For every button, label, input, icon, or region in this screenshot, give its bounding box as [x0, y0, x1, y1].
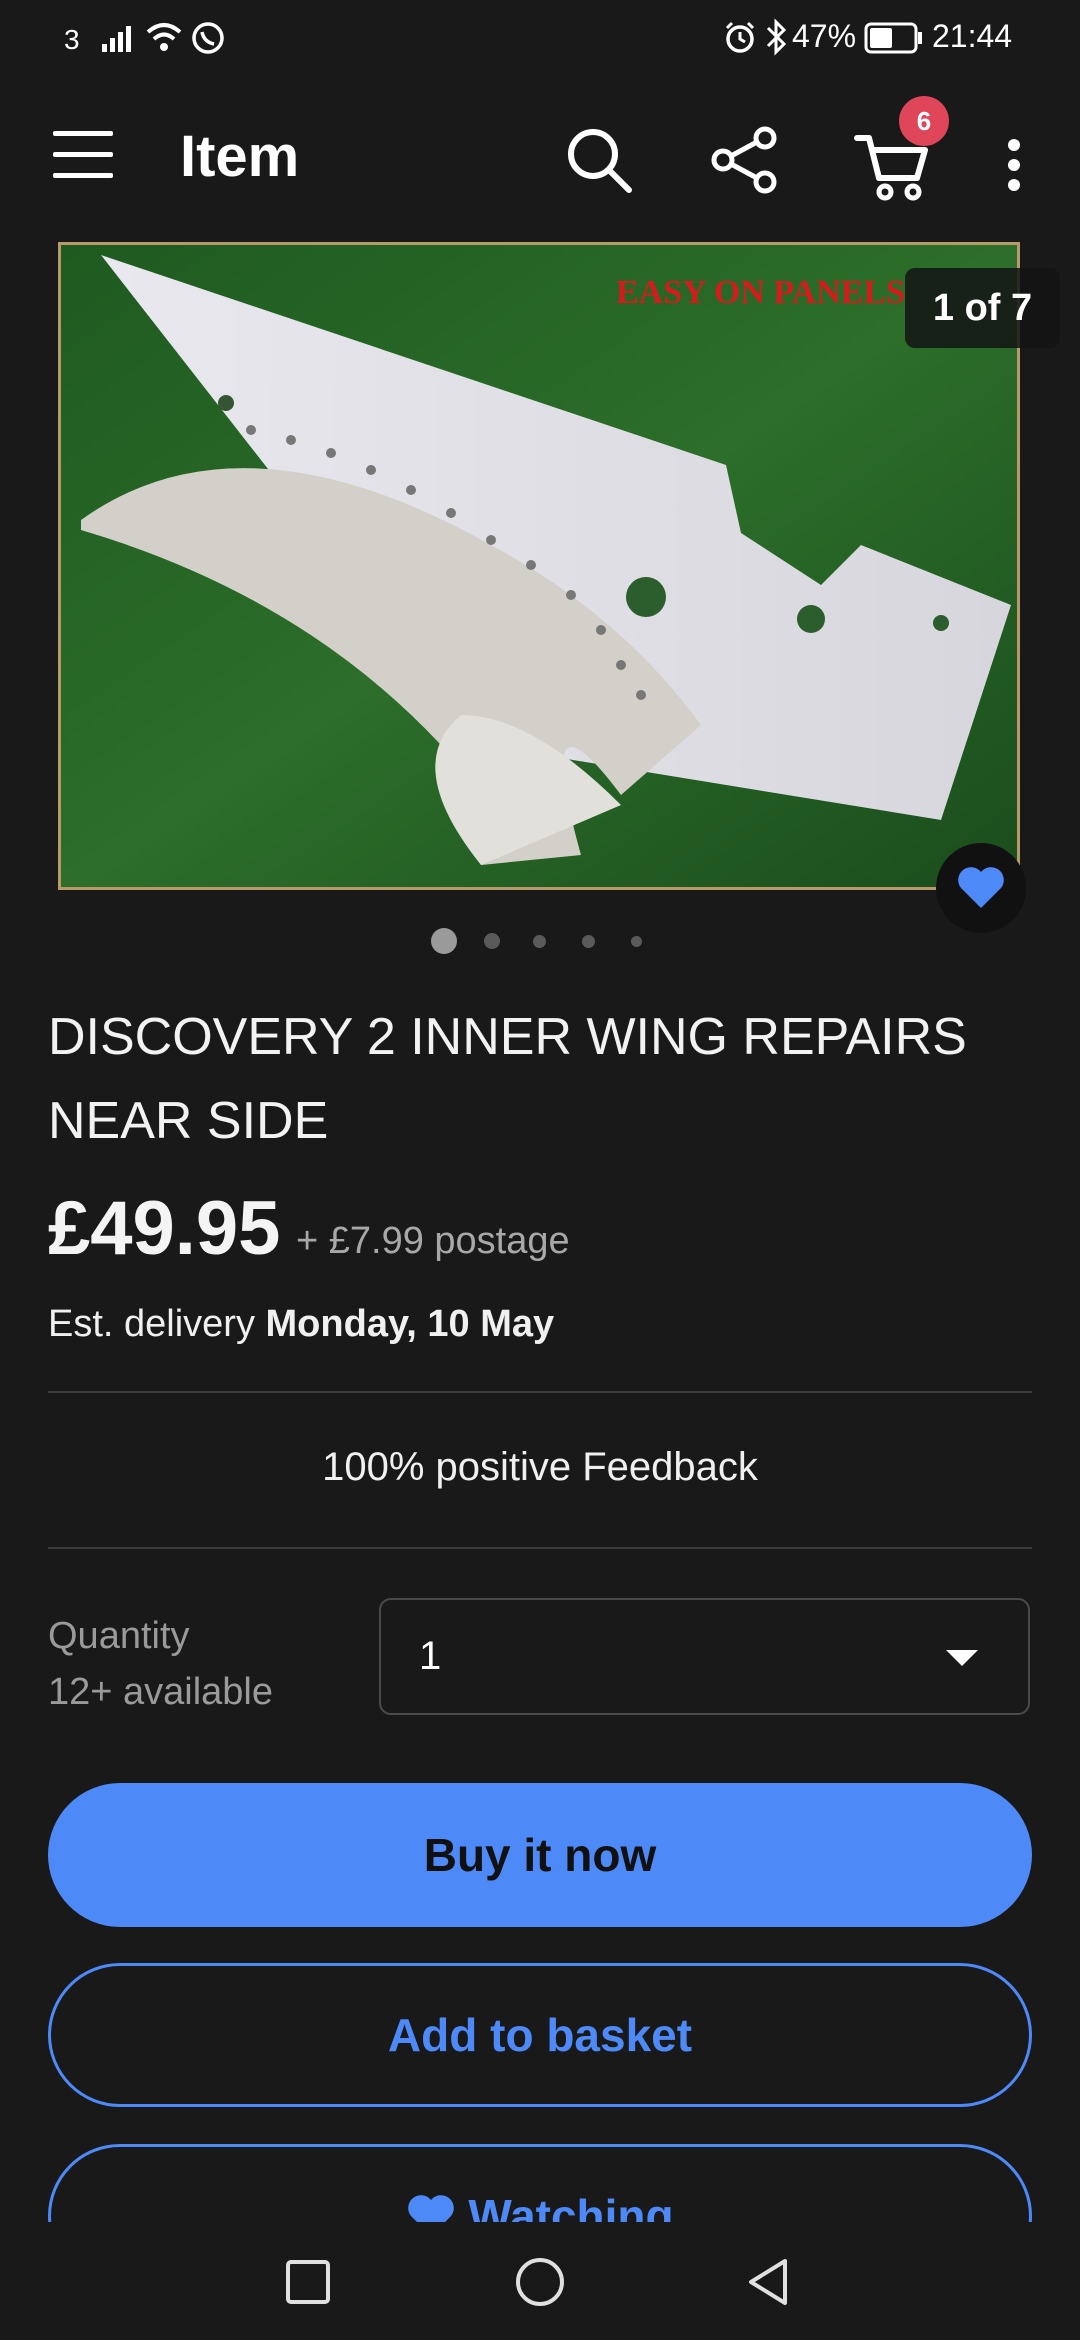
- quantity-value: 1: [419, 1634, 442, 1678]
- network-indicator: 3: [64, 24, 80, 55]
- delivery-estimate: Est. delivery Monday, 10 May: [48, 1303, 554, 1346]
- watching-button[interactable]: Watching: [48, 2144, 1032, 2222]
- watching-label: Watching: [468, 2190, 674, 2222]
- home-button[interactable]: [500, 2242, 580, 2322]
- heart-icon: [958, 867, 1004, 908]
- more-options-button[interactable]: [994, 125, 1034, 205]
- add-to-basket-button[interactable]: Add to basket: [48, 1963, 1032, 2107]
- carousel-dot[interactable]: [631, 936, 642, 947]
- carousel-dots: [0, 926, 1080, 956]
- carousel-dot-active[interactable]: [431, 928, 457, 954]
- search-button[interactable]: [554, 115, 644, 205]
- dropdown-caret-icon: [946, 1650, 978, 1666]
- more-vert-icon: [1008, 139, 1020, 191]
- watching-button-clip: Watching: [0, 2140, 1080, 2222]
- heart-icon: [408, 2195, 455, 2222]
- quantity-label: Quantity: [48, 1615, 190, 1657]
- delivery-prefix: Est. delivery: [48, 1303, 255, 1345]
- status-bar: 3 47% 21:44: [0, 0, 1080, 75]
- item-price: £49.95: [48, 1186, 281, 1271]
- whatsapp-icon: [192, 22, 224, 54]
- image-watermark: EASY ON PANELS: [616, 274, 905, 311]
- search-icon: [568, 129, 632, 193]
- watch-heart-button[interactable]: [936, 843, 1026, 933]
- app-bar: Item 6: [0, 75, 1080, 240]
- battery-percent: 47%: [792, 18, 857, 54]
- quantity-info: Quantity 12+ available: [48, 1608, 273, 1720]
- product-image: EASY ON PANELS: [61, 245, 1017, 887]
- home-icon: [516, 2258, 564, 2306]
- wifi-icon: [146, 23, 182, 51]
- bluetooth-icon: [766, 18, 787, 56]
- signal-icon: [102, 26, 131, 52]
- clock: 21:44: [932, 18, 1013, 54]
- delivery-date: Monday, 10 May: [265, 1303, 555, 1345]
- menu-icon: [53, 131, 113, 178]
- carousel-dot[interactable]: [484, 933, 500, 949]
- share-icon: [711, 126, 777, 194]
- recents-button[interactable]: [268, 2242, 348, 2322]
- back-icon: [749, 2259, 787, 2305]
- item-title: DISCOVERY 2 INNER WING REPAIRS NEAR SIDE: [48, 1008, 967, 1150]
- item-photo[interactable]: EASY ON PANELS: [58, 242, 1020, 890]
- carousel-dot[interactable]: [582, 935, 595, 948]
- battery-icon: [864, 22, 922, 54]
- back-button[interactable]: [728, 2242, 808, 2322]
- divider: [48, 1391, 1032, 1393]
- seller-feedback[interactable]: 100% positive Feedback: [0, 1445, 1080, 1490]
- cart-count-badge: 6: [899, 96, 949, 146]
- quantity-select[interactable]: 1: [379, 1598, 1030, 1715]
- carousel-dot[interactable]: [533, 935, 546, 948]
- divider: [48, 1547, 1032, 1549]
- postage-cost: + £7.99 postage: [296, 1220, 570, 1262]
- recents-icon: [286, 2260, 330, 2304]
- system-nav-bar: [0, 2222, 1080, 2340]
- photo-counter: 1 of 7: [905, 268, 1060, 348]
- buy-it-now-button[interactable]: Buy it now: [48, 1783, 1032, 1927]
- alarm-icon: [725, 21, 755, 53]
- page-title: Item: [180, 124, 300, 189]
- quantity-available: 12+ available: [48, 1671, 274, 1713]
- share-button[interactable]: [700, 115, 790, 205]
- menu-button[interactable]: [38, 115, 128, 195]
